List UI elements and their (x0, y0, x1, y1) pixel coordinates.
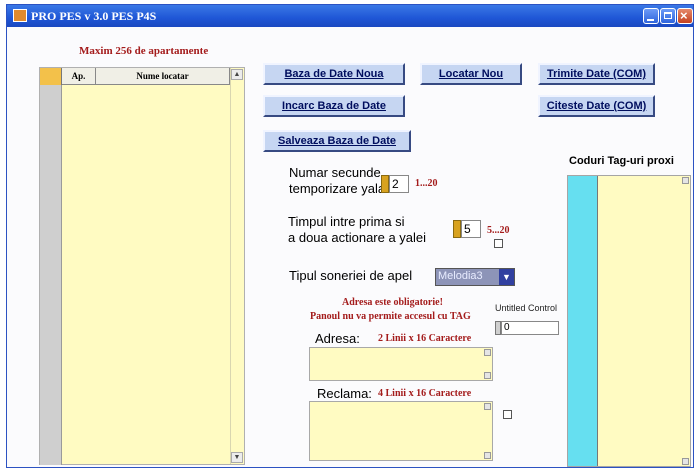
scroll-down-icon[interactable]: ▼ (231, 452, 243, 463)
grid-corner (40, 68, 62, 85)
column-header-ap[interactable]: Ap. (62, 68, 96, 85)
save-database-button[interactable]: Salveaza Baza de Date (263, 130, 411, 152)
proxi-codes-list[interactable] (567, 175, 691, 467)
scroll-up-icon[interactable]: ▲ (231, 69, 243, 80)
chevron-down-icon[interactable]: ▼ (499, 269, 514, 285)
untitled-control-input[interactable]: 0 (501, 321, 559, 335)
close-icon: × (680, 8, 688, 23)
ring-type-select[interactable]: Melodia3 ▼ (435, 268, 515, 286)
address-required-note: Adresa este obligatorie! (342, 297, 443, 308)
proxi-row-selector (568, 176, 598, 466)
minimize-icon (647, 19, 654, 21)
proxi-scroll-down[interactable] (682, 458, 689, 465)
send-data-com-button[interactable]: Trimite Date (COM) (538, 63, 655, 85)
address-textarea[interactable] (309, 347, 493, 381)
column-header-name[interactable]: Nume locatar (96, 68, 230, 85)
actuation-input[interactable]: 5 (461, 220, 481, 238)
minimize-button[interactable] (643, 8, 659, 24)
advertising-scroll-down[interactable] (484, 452, 491, 459)
actuation-spin-arrows[interactable] (453, 220, 461, 238)
app-icon (13, 9, 27, 22)
address-scroll-up[interactable] (484, 349, 491, 356)
proxi-codes-title: Coduri Tag-uri proxi (569, 155, 674, 167)
untitled-control-label: Untitled Control (495, 303, 558, 313)
advertising-scroll-up[interactable] (484, 403, 491, 410)
maximize-button[interactable] (660, 8, 676, 24)
proxi-scroll-up[interactable] (682, 177, 689, 184)
actuation-range: 5...20 (487, 225, 510, 236)
advertising-checkbox[interactable] (503, 410, 512, 419)
main-window: PRO PES v 3.0 PES P4S × Maxim 256 de apa… (6, 4, 694, 468)
new-database-button[interactable]: Baza de Date Noua (263, 63, 405, 85)
read-data-com-button[interactable]: Citeste Date (COM) (538, 95, 655, 117)
advertising-textarea[interactable] (309, 401, 493, 461)
load-database-button[interactable]: Incarc Baza de Date (263, 95, 405, 117)
new-tenant-button[interactable]: Locatar Nou (420, 63, 522, 85)
advertising-label: Reclama: (317, 386, 372, 401)
address-hint: 2 Linii x 16 Caractere (378, 333, 472, 344)
tag-access-note: Panoul nu va permite accesul cu TAG (310, 311, 471, 322)
address-scroll-down[interactable] (484, 372, 491, 379)
temporization-range: 1...20 (415, 178, 438, 189)
actuation-label-line2: a doua actionare a yalei (288, 230, 427, 245)
maximize-icon (664, 12, 672, 19)
actuation-label-line1: Timpul intre prima si (288, 214, 405, 229)
actuation-checkbox[interactable] (494, 239, 503, 248)
close-button[interactable]: × (677, 8, 693, 24)
advertising-hint: 4 Linii x 16 Caractere (378, 388, 472, 399)
grid-scrollbar[interactable]: ▲ ▼ (230, 68, 244, 464)
address-label: Adresa: (315, 331, 360, 346)
temporization-spin-arrows[interactable] (381, 175, 389, 193)
ring-type-value: Melodia3 (438, 270, 483, 282)
temporization-label-line1: Numar secunde (289, 165, 381, 180)
ring-type-label: Tipul soneriei de apel (289, 268, 413, 283)
window-title: PRO PES v 3.0 PES P4S (31, 9, 157, 23)
list-caption: Maxim 256 de apartamente (79, 45, 209, 57)
title-bar[interactable]: PRO PES v 3.0 PES P4S × (7, 5, 693, 27)
temporization-input[interactable]: 2 (389, 175, 409, 193)
temporization-label-line2: temporizare yala (289, 181, 386, 196)
tenant-grid[interactable]: Ap. Nume locatar ▲ ▼ (39, 67, 245, 465)
grid-row-selector (40, 85, 62, 465)
